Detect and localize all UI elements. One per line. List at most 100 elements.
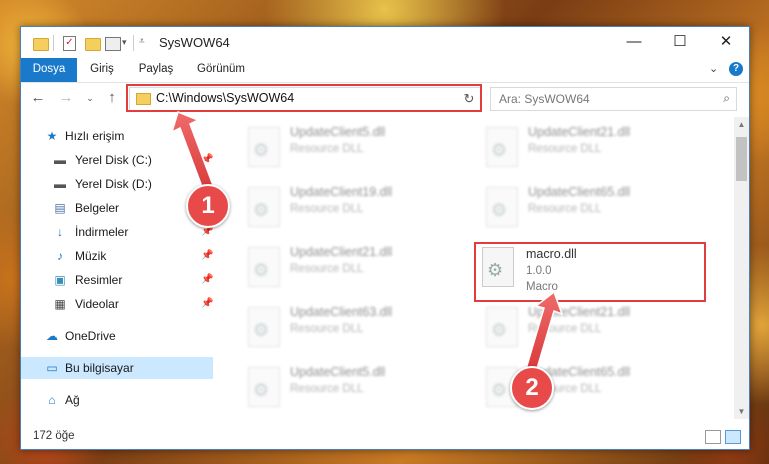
file-type: Resource DLL	[528, 203, 602, 215]
file-highlight-box	[474, 242, 706, 302]
music-icon: ♪	[57, 249, 63, 263]
sidebar-item-onedrive[interactable]: ☁ OneDrive	[21, 325, 213, 347]
file-name: UpdateClient21.dll	[290, 245, 393, 259]
tab-gorunum[interactable]: Görünüm	[191, 58, 251, 82]
file-type: Resource DLL	[290, 143, 364, 155]
status-bar: 172 öğe	[21, 425, 749, 449]
dll-file-icon: ⚙	[486, 127, 518, 167]
sidebar-item-videos[interactable]: ▦ Videolar 📌	[21, 293, 213, 315]
sidebar-item-quick-access[interactable]: ★ Hızlı erişim	[21, 125, 213, 147]
network-icon: ⌂	[48, 393, 56, 407]
cloud-icon: ☁	[46, 329, 58, 343]
maximize-button[interactable]: ☐	[657, 27, 703, 58]
folder-icon	[33, 38, 49, 51]
file-name: UpdateClient5.dll	[290, 365, 386, 379]
sidebar-item-label: Videolar	[75, 297, 119, 311]
pin-icon: 📌	[201, 154, 214, 165]
window-title: SysWOW64	[159, 35, 230, 50]
scroll-down-icon[interactable]: ▼	[734, 404, 749, 419]
tab-giris[interactable]: Giriş	[83, 58, 121, 82]
file-type: Resource DLL	[290, 203, 364, 215]
item-count: 172 öğe	[33, 430, 75, 442]
file-type: Resource DLL	[290, 263, 364, 275]
sidebar-item-label: Hızlı erişim	[65, 129, 125, 143]
sidebar-item-documents[interactable]: ▤ Belgeler	[21, 197, 213, 219]
dll-file-icon: ⚙	[486, 187, 518, 227]
search-placeholder: Ara: SysWOW64	[499, 92, 590, 106]
sidebar-item-label: Ağ	[65, 393, 80, 407]
recent-locations-icon[interactable]: ⌄	[81, 89, 99, 107]
file-name: UpdateClient65.dll	[528, 185, 631, 199]
list-item[interactable]: ⚙ UpdateClient19.dll Resource DLL	[242, 181, 462, 231]
list-item[interactable]: ⚙ UpdateClient5.dll Resource DLL	[242, 121, 462, 171]
back-arrow-icon[interactable]: ←	[29, 89, 47, 107]
large-icons-view-icon[interactable]	[725, 430, 741, 444]
toolbar-divider	[53, 35, 54, 51]
sidebar-item-this-pc[interactable]: ▭ Bu bilgisayar	[21, 357, 213, 379]
sidebar-item-label: OneDrive	[65, 329, 116, 343]
dll-file-icon: ⚙	[248, 367, 280, 407]
sidebar-item-label: İndirmeler	[75, 225, 129, 239]
list-item[interactable]: ⚙ UpdateClient63.dll Resource DLL	[242, 301, 462, 351]
navigation-pane: ★ Hızlı erişim ▬ Yerel Disk (C:) 📌 ▬ Yer…	[21, 117, 213, 417]
sidebar-item-network[interactable]: ⌂ Ağ	[21, 389, 213, 411]
dll-file-icon: ⚙	[248, 127, 280, 167]
documents-icon: ▤	[54, 201, 66, 215]
list-item[interactable]: ⚙ UpdateClient21.dll Resource DLL	[480, 121, 700, 171]
new-folder-icon[interactable]	[85, 38, 101, 51]
sidebar-item-drive-d[interactable]: ▬ Yerel Disk (D:)	[21, 173, 213, 195]
sidebar-item-label: Bu bilgisayar	[65, 361, 134, 375]
details-view-icon[interactable]	[705, 430, 721, 444]
download-icon: ↓	[57, 225, 63, 239]
dll-file-icon: ⚙	[486, 307, 518, 347]
sidebar-item-label: Resimler	[75, 273, 123, 287]
minimize-button[interactable]: —	[611, 27, 657, 58]
file-name: UpdateClient5.dll	[290, 125, 386, 139]
step-1-badge: 1	[186, 184, 230, 228]
pin-quick-icon[interactable]: ⩡	[139, 36, 145, 52]
sidebar-item-label: Müzik	[75, 249, 107, 263]
file-name: UpdateClient63.dll	[290, 305, 393, 319]
up-arrow-icon[interactable]: ↑	[103, 89, 121, 107]
customize-icon[interactable]	[105, 37, 121, 51]
title-bar: ✓ ▾ ⩡ SysWOW64 — ☐ ✕	[21, 27, 749, 58]
computer-icon: ▭	[46, 361, 58, 375]
tab-paylas[interactable]: Paylaş	[133, 58, 179, 82]
scroll-thumb[interactable]	[736, 137, 747, 181]
dll-file-icon: ⚙	[248, 307, 280, 347]
pin-icon: 📌	[201, 250, 214, 261]
expand-ribbon-icon[interactable]: ⌄	[709, 62, 718, 75]
ribbon-tabs: Dosya Giriş Paylaş Görünüm ⌄ ?	[21, 58, 749, 83]
list-item[interactable]: ⚙ UpdateClient5.dll Resource DLL	[242, 361, 462, 411]
drive-icon: ▬	[54, 177, 66, 191]
search-icon[interactable]: ⌕	[723, 91, 730, 106]
dll-file-icon: ⚙	[248, 187, 280, 227]
sidebar-item-pictures[interactable]: ▣ Resimler 📌	[21, 269, 213, 291]
list-item[interactable]: ⚙ UpdateClient65.dll Resource DLL	[480, 181, 700, 231]
sidebar-item-downloads[interactable]: ↓ İndirmeler 📌	[21, 221, 213, 243]
quick-access-dropdown-icon[interactable]: ▾	[122, 37, 127, 53]
close-button[interactable]: ✕	[703, 27, 749, 58]
video-icon: ▦	[54, 297, 66, 311]
file-type: Resource DLL	[290, 323, 364, 335]
file-type: Resource DLL	[290, 383, 364, 395]
vertical-scrollbar[interactable]: ▲ ▼	[734, 117, 749, 419]
list-item[interactable]: ⚙ UpdateClient21.dll Resource DLL	[480, 301, 700, 351]
sidebar-item-label: Belgeler	[75, 201, 120, 215]
scroll-up-icon[interactable]: ▲	[734, 117, 749, 132]
sidebar-item-label: Yerel Disk (C:)	[75, 153, 152, 167]
search-input[interactable]: Ara: SysWOW64 ⌕	[490, 87, 737, 111]
pin-icon: 📌	[201, 274, 214, 285]
toolbar-divider	[133, 35, 134, 51]
drive-icon: ▬	[54, 153, 66, 167]
tab-dosya[interactable]: Dosya	[21, 58, 77, 82]
file-name: UpdateClient21.dll	[528, 125, 631, 139]
help-icon[interactable]: ?	[729, 62, 743, 76]
properties-check-icon[interactable]: ✓	[63, 36, 76, 51]
sidebar-item-music[interactable]: ♪ Müzik 📌	[21, 245, 213, 267]
file-name: UpdateClient19.dll	[290, 185, 393, 199]
forward-arrow-icon[interactable]: →	[57, 89, 75, 107]
sidebar-item-drive-c[interactable]: ▬ Yerel Disk (C:) 📌	[21, 149, 213, 171]
list-item[interactable]: ⚙ UpdateClient21.dll Resource DLL	[242, 241, 462, 291]
address-highlight-box	[126, 84, 482, 112]
